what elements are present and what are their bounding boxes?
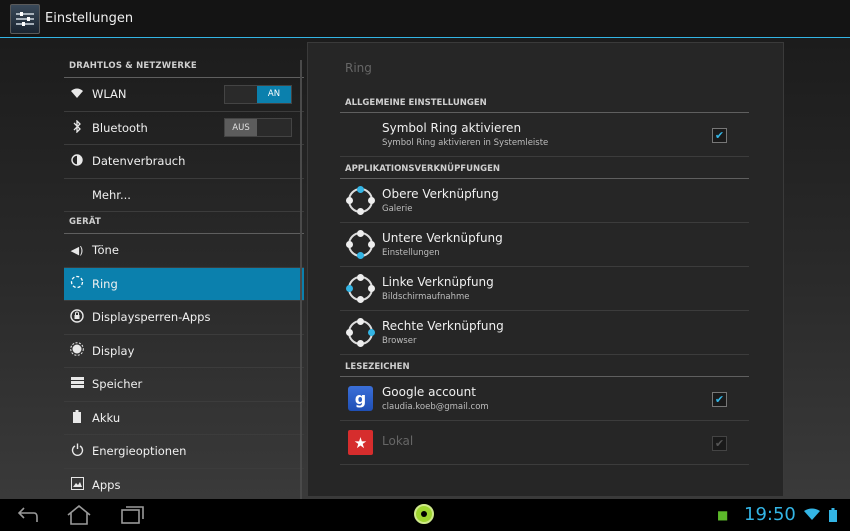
sidebar-item-akku[interactable]: Akku (64, 402, 304, 435)
lokal-checkbox: ✔ (712, 436, 727, 451)
ring-settings-panel: Ring ALLGEMEINE EINSTELLUNGEN Symbol Rin… (307, 42, 784, 497)
preference-list: ALLGEMEINE EINSTELLUNGEN Symbol Ring akt… (340, 91, 749, 465)
sidebar-item-wlan[interactable]: WLAN AN (64, 78, 304, 112)
google-account-checkbox[interactable]: ✔ (712, 392, 727, 407)
item-summary: claudia.koeb@gmail.com (382, 402, 489, 412)
sidebar-scrollbar[interactable] (300, 60, 302, 500)
sidebar-item-toene[interactable]: ◀) Töne (64, 234, 304, 268)
settings-app-icon[interactable] (10, 3, 40, 34)
shortcut-top-item[interactable]: Obere Verknüpfung Galerie (340, 179, 749, 223)
wifi-icon (69, 87, 85, 102)
item-summary: Galerie (382, 204, 413, 214)
google-icon: g (348, 386, 373, 411)
toggle-on-label: AN (257, 85, 291, 103)
sidebar-item-datenverbrauch[interactable]: Datenverbrauch (64, 145, 304, 179)
item-title: Lokal (382, 434, 414, 448)
sidebar-item-bluetooth[interactable]: Bluetooth AUS (64, 112, 304, 145)
bluetooth-icon (69, 119, 85, 136)
shortcut-right-item[interactable]: Rechte Verknüpfung Browser (340, 311, 749, 355)
toggle-off-label: AUS (225, 119, 257, 137)
item-title: Untere Verknüpfung (382, 231, 503, 245)
sidebar-item-mehr[interactable]: Mehr... (64, 179, 304, 212)
system-bar: ■ 19:50 (0, 499, 850, 531)
sidebar-item-label: Bluetooth (92, 120, 148, 135)
sidebar-item-label: Mehr... (92, 187, 131, 202)
item-title: Symbol Ring aktivieren (382, 121, 522, 135)
sidebar-item-label: Speicher (92, 377, 143, 392)
item-summary: Browser (382, 336, 417, 346)
symbol-ring-item[interactable]: Symbol Ring aktivieren Symbol Ring aktiv… (340, 113, 749, 157)
ring-bottom-shortcut-icon (346, 230, 375, 259)
sidebar-item-label: Display (92, 343, 135, 358)
bluetooth-toggle[interactable]: AUS (224, 118, 292, 138)
ring-icon (69, 275, 85, 292)
item-title: Obere Verknüpfung (382, 187, 499, 201)
item-summary: Einstellungen (382, 248, 440, 258)
data-usage-icon (69, 154, 85, 169)
sidebar-item-label: WLAN (92, 87, 127, 102)
lokal-item: ★ Lokal ✔ (340, 421, 749, 465)
power-icon (69, 443, 85, 459)
category-wireless: DRAHTLOS & NETZWERKE (64, 56, 304, 78)
item-title: Linke Verknüpfung (382, 275, 494, 289)
shortcut-bottom-item[interactable]: Untere Verknüpfung Einstellungen (340, 223, 749, 267)
back-button[interactable] (16, 505, 40, 530)
wifi-status-icon (804, 508, 820, 523)
sidebar-item-energieoptionen[interactable]: Energieoptionen (64, 435, 304, 469)
battery-status-icon (829, 508, 837, 525)
sidebar-item-display[interactable]: Display (64, 335, 304, 368)
item-title: Google account (382, 385, 476, 399)
sidebar-item-apps[interactable]: Apps (64, 469, 304, 502)
home-nav-button[interactable] (66, 504, 92, 530)
sidebar-item-ring[interactable]: Ring (64, 267, 304, 301)
sidebar-item-label: Displaysperren-Apps (92, 310, 211, 325)
panel-title: Ring (345, 61, 372, 75)
settings-sidebar: DRAHTLOS & NETZWERKE WLAN AN Bluetooth A… (64, 56, 304, 502)
category-general: ALLGEMEINE EINSTELLUNGEN (340, 91, 749, 113)
ring-left-shortcut-icon (346, 274, 375, 303)
category-bookmarks: LESEZEICHEN (340, 355, 749, 377)
ring-top-shortcut-icon (346, 186, 375, 215)
google-account-item[interactable]: g Google account claudia.koeb@gmail.com … (340, 377, 749, 421)
sidebar-item-label: Töne (92, 243, 119, 258)
ring-right-shortcut-icon (346, 318, 375, 347)
sidebar-item-speicher[interactable]: Speicher (64, 368, 304, 402)
shortcut-left-item[interactable]: Linke Verknüpfung Bildschirmaufnahme (340, 267, 749, 311)
sidebar-item-label: Energieoptionen (92, 444, 187, 459)
sidebar-item-displaysperren-apps[interactable]: Displaysperren-Apps (64, 301, 304, 335)
lock-apps-icon (69, 309, 85, 326)
sidebar-item-label: Ring (92, 276, 118, 291)
category-device: GERÄT (64, 212, 304, 234)
display-icon (69, 342, 85, 359)
sidebar-item-label: Akku (92, 410, 121, 425)
recent-apps-button[interactable] (121, 505, 145, 530)
content-area: DRAHTLOS & NETZWERKE WLAN AN Bluetooth A… (0, 38, 850, 502)
sound-icon: ◀) (70, 243, 84, 257)
wlan-toggle[interactable]: AN (224, 84, 292, 104)
page-title: Einstellungen (45, 11, 134, 26)
category-shortcuts: APPLIKATIONSVERKNÜPFUNGEN (340, 157, 749, 179)
apps-icon (69, 476, 85, 493)
symbol-ring-checkbox[interactable]: ✔ (712, 128, 727, 143)
android-status-icon: ■ (717, 508, 729, 522)
action-bar: Einstellungen (0, 0, 850, 38)
item-title: Rechte Verknüpfung (382, 319, 504, 333)
battery-icon (69, 409, 85, 426)
sidebar-item-label: Apps (92, 477, 121, 492)
item-summary: Bildschirmaufnahme (382, 292, 470, 302)
bookmark-star-icon: ★ (348, 430, 373, 455)
item-summary: Symbol Ring aktivieren in Systemleiste (382, 138, 549, 148)
ring-launcher-button[interactable] (414, 504, 434, 524)
clock: 19:50 (744, 504, 796, 525)
storage-icon (69, 377, 85, 391)
sidebar-item-label: Datenverbrauch (92, 154, 186, 169)
